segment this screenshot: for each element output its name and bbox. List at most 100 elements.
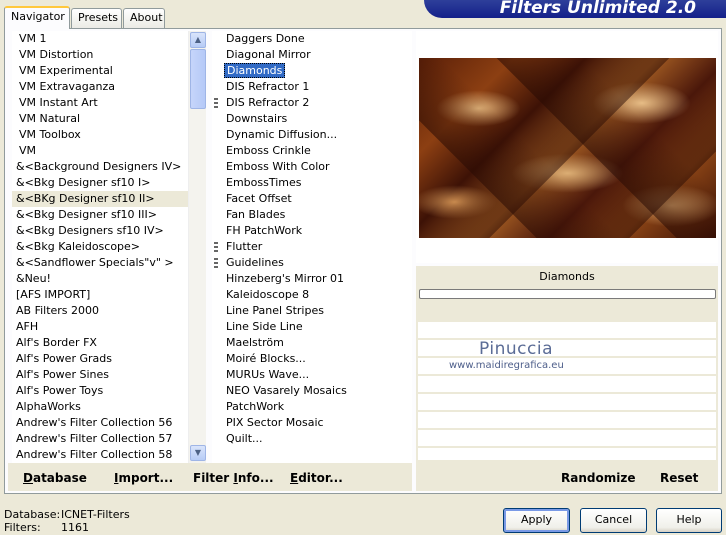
tab-about[interactable]: About — [123, 8, 165, 28]
link-text: atabase — [32, 471, 87, 485]
category-item[interactable]: &<BKg Designer sf10 II> — [12, 191, 188, 207]
parameter-slot — [418, 340, 716, 356]
filter-item-label: Guidelines — [226, 256, 284, 269]
filter-item-label: Line Panel Stripes — [226, 304, 324, 317]
filter-item[interactable]: Guidelines — [212, 255, 412, 271]
filter-item[interactable]: MURUs Wave... — [212, 367, 412, 383]
filter-item[interactable]: Facet Offset — [212, 191, 412, 207]
parameter-area — [416, 320, 718, 463]
link-bar-right: Randomize Reset — [416, 463, 718, 491]
cancel-button[interactable]: Cancel — [580, 508, 647, 533]
filter-item-label: Emboss With Color — [226, 160, 330, 173]
filter-info-link[interactable]: Filter Info... — [193, 471, 274, 485]
category-item[interactable]: VM Instant Art — [12, 95, 188, 111]
category-scrollbar[interactable]: ▲ ▼ — [188, 31, 206, 463]
parameter-slot — [418, 412, 716, 428]
filter-item[interactable]: Emboss Crinkle — [212, 143, 412, 159]
filter-item[interactable]: Downstairs — [212, 111, 412, 127]
filter-item[interactable]: Fan Blades — [212, 207, 412, 223]
filter-item-label: FH PatchWork — [226, 224, 303, 237]
filter-item[interactable]: Diamonds — [212, 63, 412, 79]
filter-item[interactable]: Emboss With Color — [212, 159, 412, 175]
category-item[interactable]: VM Extravaganza — [12, 79, 188, 95]
category-item[interactable]: AFH — [12, 319, 188, 335]
category-item[interactable]: Alf's Power Sines — [12, 367, 188, 383]
category-item[interactable]: VM — [12, 143, 188, 159]
category-item[interactable]: Andrew's Filter Collection 56 — [12, 415, 188, 431]
filter-item[interactable]: NEO Vasarely Mosaics — [212, 383, 412, 399]
database-link[interactable]: Database — [23, 471, 87, 485]
apply-button[interactable]: Apply — [503, 508, 570, 533]
parameter-slot — [418, 394, 716, 410]
filter-item-label: Diamonds — [224, 63, 286, 78]
filter-item[interactable]: Line Panel Stripes — [212, 303, 412, 319]
link-text: ditor... — [298, 471, 343, 485]
reset-link[interactable]: Reset — [660, 471, 698, 485]
filter-item-label: Downstairs — [226, 112, 288, 125]
category-item[interactable]: Alf's Power Toys — [12, 383, 188, 399]
tab-presets[interactable]: Presets — [71, 8, 122, 28]
scroll-up-icon[interactable]: ▲ — [190, 32, 206, 48]
parameter-slot — [418, 430, 716, 446]
category-item[interactable]: &<Bkg Designer sf10 III> — [12, 207, 188, 223]
filter-item[interactable]: DIS Refractor 1 — [212, 79, 412, 95]
link-text: nfo... — [237, 471, 274, 485]
category-item[interactable]: &<Sandflower Specials"v" > — [12, 255, 188, 271]
category-item[interactable]: Andrew's Filter Collection 57 — [12, 431, 188, 447]
app-banner: Filters Unlimited 2.0 — [424, 0, 726, 18]
category-item[interactable]: &<Bkg Designer sf10 I> — [12, 175, 188, 191]
category-item[interactable]: AlphaWorks — [12, 399, 188, 415]
help-button[interactable]: Help — [656, 508, 722, 533]
filter-list[interactable]: Daggers Done Diagonal Mirror Diamonds DIS R… — [212, 31, 412, 463]
category-item[interactable]: &<Bkg Designers sf10 IV> — [12, 223, 188, 239]
accel-key: E — [290, 471, 299, 485]
parameter-slot — [418, 376, 716, 392]
drag-grip-icon — [214, 258, 218, 268]
link-bar-left: Database Import... Filter Info... Editor… — [8, 463, 412, 491]
import-link[interactable]: Import... — [114, 471, 173, 485]
category-item[interactable]: VM Experimental — [12, 63, 188, 79]
tab-navigator[interactable]: Navigator — [4, 6, 70, 29]
filter-item[interactable]: Diagonal Mirror — [212, 47, 412, 63]
parameter-slot — [418, 448, 716, 460]
editor-link[interactable]: Editor... — [290, 471, 343, 485]
category-list[interactable]: VM 1 VM Distortion VM Experimental VM Extra… — [12, 31, 188, 463]
filter-item-label: Line Side Line — [226, 320, 303, 333]
category-item[interactable]: &<Bkg Kaleidoscope> — [12, 239, 188, 255]
category-item[interactable]: Alf's Power Grads — [12, 351, 188, 367]
category-item[interactable]: VM Natural — [12, 111, 188, 127]
filter-item[interactable]: Moiré Blocks... — [212, 351, 412, 367]
category-item[interactable]: VM 1 — [12, 31, 188, 47]
filter-item[interactable]: Flutter — [212, 239, 412, 255]
filter-item[interactable]: DIS Refractor 2 — [212, 95, 412, 111]
drag-grip-icon — [214, 242, 218, 252]
category-item[interactable]: &Neu! — [12, 271, 188, 287]
filter-item[interactable]: Dynamic Diffusion... — [212, 127, 412, 143]
filters-count-value: 1161 — [61, 521, 89, 534]
category-item[interactable]: Andrew's Filter Collection 58 — [12, 447, 188, 463]
filter-item-label: Fan Blades — [226, 208, 286, 221]
watermark-site: www.maidiregrafica.eu — [449, 360, 564, 371]
filter-item[interactable]: Line Side Line — [212, 319, 412, 335]
filter-item[interactable]: PatchWork — [212, 399, 412, 415]
filter-item-label: Moiré Blocks... — [226, 352, 306, 365]
scroll-down-icon[interactable]: ▼ — [190, 445, 206, 461]
scroll-thumb[interactable] — [190, 49, 206, 109]
filter-item[interactable]: EmbossTimes — [212, 175, 412, 191]
filter-item[interactable]: PIX Sector Mosaic — [212, 415, 412, 431]
filter-item[interactable]: Hinzeberg's Mirror 01 — [212, 271, 412, 287]
filter-item[interactable]: Kaleidoscope 8 — [212, 287, 412, 303]
filter-item[interactable]: Quilt... — [212, 431, 412, 447]
category-item[interactable]: Alf's Border FX — [12, 335, 188, 351]
filter-item[interactable]: Maelström — [212, 335, 412, 351]
category-item[interactable]: VM Toolbox — [12, 127, 188, 143]
drag-grip-icon — [214, 98, 218, 108]
filter-item-label: Hinzeberg's Mirror 01 — [226, 272, 345, 285]
category-item[interactable]: AB Filters 2000 — [12, 303, 188, 319]
filter-item[interactable]: Daggers Done — [212, 31, 412, 47]
category-item[interactable]: &<Background Designers IV> — [12, 159, 188, 175]
category-item[interactable]: [AFS IMPORT] — [12, 287, 188, 303]
randomize-link[interactable]: Randomize — [561, 471, 635, 485]
filter-item[interactable]: FH PatchWork — [212, 223, 412, 239]
category-item[interactable]: VM Distortion — [12, 47, 188, 63]
